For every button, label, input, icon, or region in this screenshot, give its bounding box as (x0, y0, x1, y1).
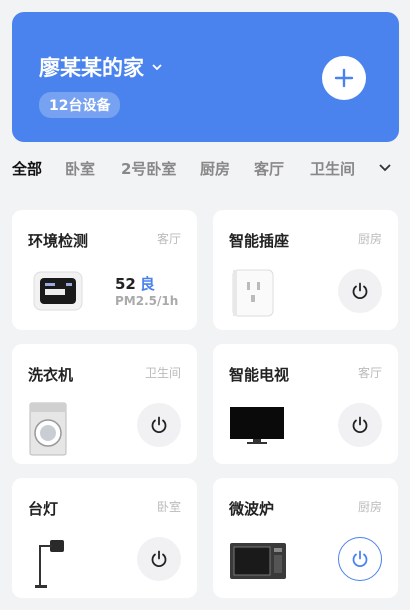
tab-kitchen[interactable]: 厨房 (200, 158, 230, 179)
room-tabs: 全部 卧室 2号卧室 厨房 客厅 卫生间 (0, 158, 410, 186)
power-button[interactable] (338, 403, 382, 447)
device-name: 洗衣机 (28, 366, 74, 384)
device-card-air-monitor[interactable]: 环境检测 客厅 52 良 PM2.5/1h (12, 210, 197, 330)
smart-plug-icon (232, 269, 274, 317)
power-icon (352, 416, 368, 434)
home-name: 廖某某的家 (39, 56, 144, 80)
air-quality-value: 52 (115, 275, 136, 293)
device-room: 卧室 (156, 500, 181, 514)
tab-living-room[interactable]: 客厅 (254, 158, 284, 179)
tab-bedroom-2[interactable]: 2号卧室 (121, 158, 176, 179)
air-monitor-icon (33, 271, 83, 311)
device-name: 智能插座 (229, 232, 290, 250)
power-icon (151, 550, 167, 568)
device-name: 微波炉 (229, 500, 275, 518)
device-card-smart-tv[interactable]: 智能电视 客厅 (213, 344, 398, 464)
air-quality-reading: 52 良 (115, 273, 155, 294)
device-card-washing-machine[interactable]: 洗衣机 卫生间 (12, 344, 197, 464)
tv-icon (230, 407, 284, 444)
device-room: 客厅 (357, 366, 382, 380)
device-name: 台灯 (28, 500, 59, 518)
chevron-down-icon (152, 64, 162, 71)
device-room: 卫生间 (144, 366, 181, 380)
device-name: 智能电视 (229, 366, 290, 384)
device-card-desk-lamp[interactable]: 台灯 卧室 (12, 478, 197, 598)
add-device-button[interactable] (322, 56, 366, 100)
device-room: 客厅 (156, 232, 181, 246)
device-count-badge: 12台设备 (39, 92, 121, 118)
power-button[interactable] (137, 403, 181, 447)
tab-all[interactable]: 全部 (12, 158, 42, 179)
tab-bathroom[interactable]: 卫生间 (310, 158, 355, 179)
power-button[interactable] (338, 269, 382, 313)
device-room: 厨房 (357, 500, 382, 514)
device-name: 环境检测 (28, 232, 89, 250)
desk-lamp-icon (35, 540, 64, 588)
plus-icon (334, 68, 354, 88)
microwave-icon (230, 543, 286, 579)
chevron-down-icon[interactable] (377, 160, 393, 176)
home-selector[interactable]: 廖某某的家 (39, 52, 162, 82)
power-button[interactable] (338, 537, 382, 581)
tab-bedroom[interactable]: 卧室 (65, 158, 95, 179)
device-room: 厨房 (357, 232, 382, 246)
power-icon (352, 550, 368, 568)
device-card-smart-plug[interactable]: 智能插座 厨房 (213, 210, 398, 330)
air-quality-grade: 良 (139, 275, 155, 293)
washing-machine-icon (29, 402, 67, 456)
power-icon (352, 282, 368, 300)
device-card-microwave[interactable]: 微波炉 厨房 (213, 478, 398, 598)
home-header: 廖某某的家 12台设备 (12, 12, 399, 142)
power-icon (151, 416, 167, 434)
air-quality-unit: PM2.5/1h (115, 294, 179, 308)
power-button[interactable] (137, 537, 181, 581)
